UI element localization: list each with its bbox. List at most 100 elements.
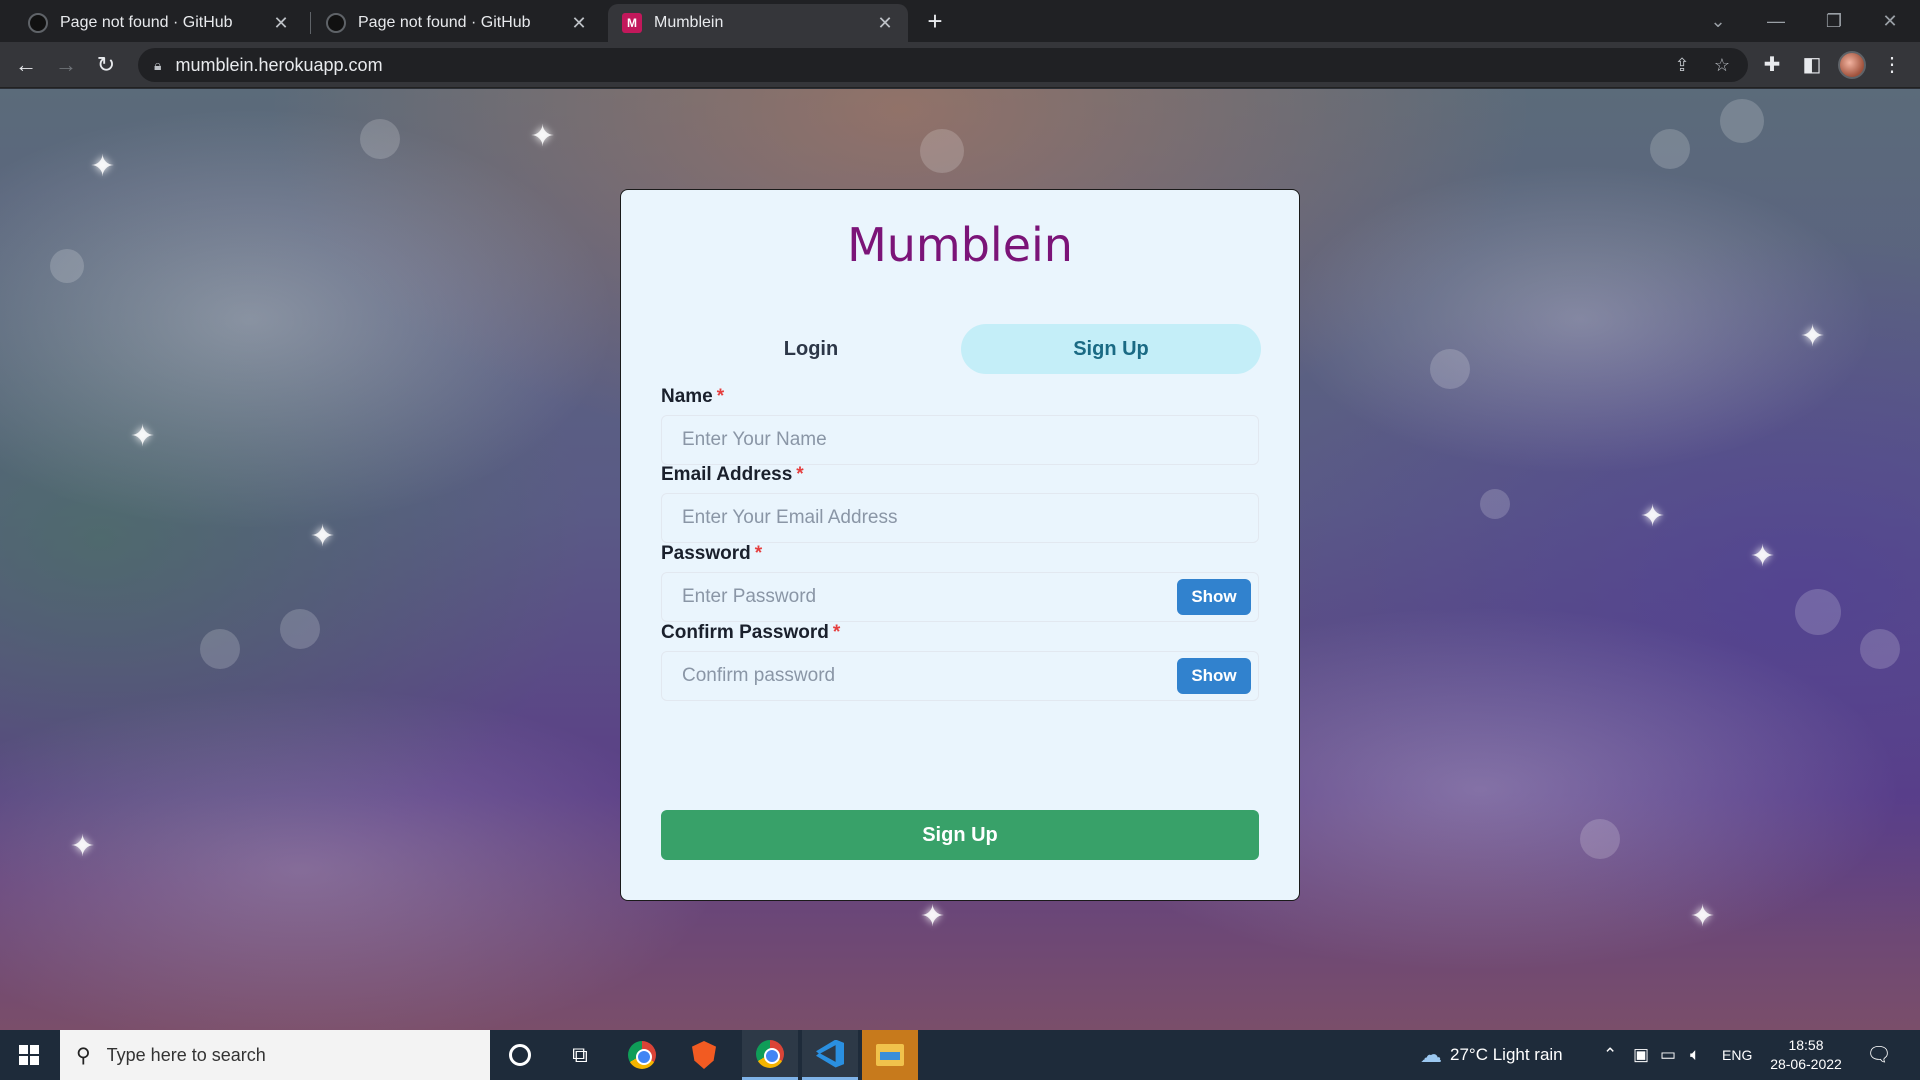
browser-tab[interactable]: Page not found · GitHub ✕: [14, 4, 304, 42]
name-label-text: Name: [661, 386, 713, 407]
windows-icon: [19, 1045, 39, 1065]
name-input[interactable]: [661, 415, 1259, 465]
cloud-rain-icon: ☁: [1420, 1042, 1442, 1067]
bokeh-decoration: [50, 249, 84, 283]
search-placeholder: Type here to search: [106, 1044, 266, 1065]
cortana-button[interactable]: [492, 1030, 548, 1080]
sparkle-decoration: ✦: [1640, 500, 1666, 533]
sparkle-decoration: ✦: [90, 150, 116, 183]
tray-overflow-icon[interactable]: ⌃: [1603, 1030, 1617, 1080]
tab-signup[interactable]: Sign Up: [961, 324, 1261, 374]
sparkle-decoration: ✦: [1750, 540, 1776, 573]
mumblein-favicon: M: [622, 13, 642, 33]
share-icon[interactable]: ⇪: [1668, 52, 1696, 78]
tab-title: Page not found · GitHub: [60, 14, 233, 31]
notification-icon[interactable]: 🗨︎: [1866, 1042, 1892, 1068]
address-bar[interactable]: 🔒︎ mumblein.herokuapp.com ⇪ ☆: [138, 48, 1748, 82]
language-indicator[interactable]: ENG: [1722, 1030, 1752, 1080]
email-input[interactable]: [661, 493, 1259, 543]
auth-tabs: Login Sign Up: [661, 324, 1261, 374]
forward-button[interactable]: →: [52, 51, 80, 79]
required-marker: *: [796, 464, 804, 485]
sparkle-decoration: ✦: [310, 520, 336, 553]
search-icon: ⚲: [76, 1044, 91, 1067]
email-label-text: Email Address: [661, 464, 793, 485]
browser-tab[interactable]: Page not found · GitHub ✕: [312, 4, 602, 42]
required-marker: *: [832, 622, 841, 643]
tab-title: Mumblein: [654, 14, 724, 31]
vscode-icon: [816, 1039, 844, 1068]
taskbar: ⚲ Type here to search ⧉ ☁ 27°C Light rai…: [0, 1030, 1920, 1080]
extensions-icon[interactable]: ✚: [1758, 51, 1786, 79]
battery-icon[interactable]: ▭: [1660, 1030, 1676, 1080]
task-view-button[interactable]: ⧉: [552, 1030, 608, 1080]
weather-widget[interactable]: ☁ 27°C Light rain: [1420, 1030, 1563, 1080]
confirm-password-input[interactable]: [661, 651, 1259, 701]
back-button[interactable]: ←: [12, 51, 40, 79]
vscode-taskbar-app[interactable]: [802, 1030, 858, 1080]
brave-taskbar-app[interactable]: [676, 1030, 732, 1080]
tab-search-icon[interactable]: ⌄: [1690, 0, 1746, 42]
clock-date: 28-06-2022: [1770, 1056, 1842, 1072]
bokeh-decoration: [1860, 629, 1900, 669]
tab-separator: [310, 12, 311, 34]
bokeh-decoration: [1480, 489, 1510, 519]
url-text: mumblein.herokuapp.com: [175, 54, 383, 75]
bokeh-decoration: [920, 129, 964, 173]
task-view-icon: ⧉: [572, 1042, 588, 1067]
volume-icon[interactable]: 🔈︎: [1690, 1030, 1700, 1080]
show-password-button[interactable]: Show: [1177, 579, 1251, 615]
bookmark-star-icon[interactable]: ☆: [1708, 52, 1736, 78]
password-label-text: Password: [661, 543, 751, 564]
bokeh-decoration: [360, 119, 400, 159]
reload-button[interactable]: ↻: [92, 51, 120, 79]
new-tab-button[interactable]: +: [920, 7, 950, 37]
cortana-icon: [509, 1044, 531, 1066]
taskbar-search[interactable]: ⚲ Type here to search: [60, 1030, 490, 1080]
file-explorer-taskbar-app[interactable]: [862, 1030, 918, 1080]
sparkle-decoration: ✦: [70, 830, 96, 863]
clock-time: 18:58: [1788, 1037, 1824, 1053]
tab-title: Page not found · GitHub: [358, 14, 531, 31]
close-icon[interactable]: ✕: [876, 13, 894, 34]
required-marker: *: [754, 543, 763, 564]
signup-submit-button[interactable]: Sign Up: [661, 810, 1259, 860]
close-icon[interactable]: ✕: [272, 13, 290, 34]
confirm-password-label-text: Confirm Password: [661, 622, 829, 643]
sparkle-decoration: ✦: [920, 900, 946, 933]
password-input[interactable]: [661, 572, 1259, 622]
show-confirm-password-button[interactable]: Show: [1177, 658, 1251, 694]
bokeh-decoration: [1720, 99, 1764, 143]
restore-button[interactable]: ❐: [1806, 0, 1862, 42]
start-button[interactable]: [0, 1030, 58, 1080]
password-label: Password *: [661, 543, 762, 565]
clock[interactable]: 18:58 28-06-2022: [1756, 1036, 1856, 1074]
minimize-button[interactable]: —: [1748, 0, 1804, 42]
bokeh-decoration: [280, 609, 320, 649]
close-window-button[interactable]: ✕: [1862, 0, 1918, 42]
close-icon[interactable]: ✕: [570, 13, 588, 34]
email-label: Email Address *: [661, 464, 804, 486]
bokeh-decoration: [200, 629, 240, 669]
lock-icon: 🔒︎: [154, 56, 162, 73]
folder-icon: [876, 1044, 904, 1066]
chrome-taskbar-app[interactable]: [614, 1030, 670, 1080]
browser-tab-active[interactable]: M Mumblein ✕: [608, 4, 908, 42]
weather-text: 27°C Light rain: [1450, 1045, 1563, 1064]
menu-kebab-icon[interactable]: ⋮: [1878, 51, 1906, 79]
bokeh-decoration: [1580, 819, 1620, 859]
page-background: ✦ ✦ ✦ ✦ ✦ ✦ ✦ ✦ ✦ ✦ Mumblein Login Sign …: [0, 89, 1920, 1030]
required-marker: *: [716, 386, 725, 407]
tab-login[interactable]: Login: [661, 324, 961, 374]
brand-title: Mumblein: [847, 218, 1073, 272]
device-icon[interactable]: ▣: [1633, 1030, 1649, 1080]
chrome-icon: [628, 1041, 656, 1069]
sparkle-decoration: ✦: [1800, 320, 1826, 353]
chrome-profile-taskbar-app[interactable]: [742, 1030, 798, 1080]
profile-avatar[interactable]: [1838, 51, 1866, 79]
bokeh-decoration: [1430, 349, 1470, 389]
sparkle-decoration: ✦: [530, 120, 556, 153]
side-panel-icon[interactable]: ◧: [1798, 51, 1826, 79]
auth-card: Mumblein Login Sign Up Name* Email Addre…: [620, 189, 1300, 901]
sparkle-decoration: ✦: [130, 420, 156, 453]
